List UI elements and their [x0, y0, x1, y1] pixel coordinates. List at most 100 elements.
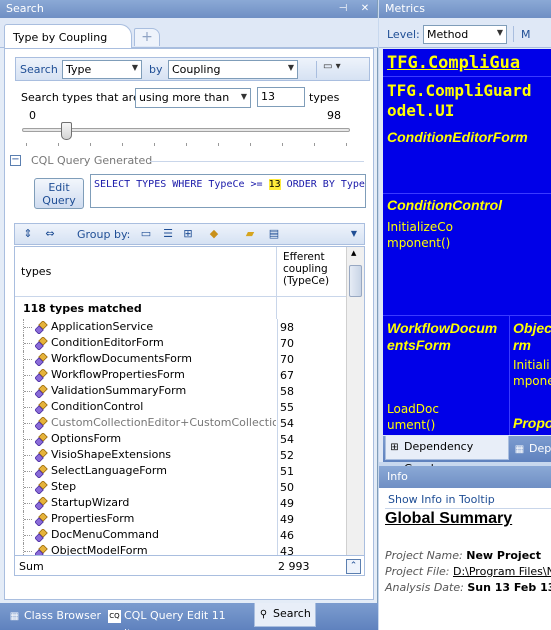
scrollbar-thumb[interactable]	[349, 265, 362, 297]
slider-tick	[346, 143, 347, 146]
treemap-border	[383, 315, 551, 316]
group-member-icon[interactable]: ◆	[207, 227, 221, 241]
type-name: PropertiesForm	[51, 512, 135, 525]
table-row[interactable]: SelectLanguageForm 51	[15, 463, 346, 479]
sum-value: 2 993	[278, 560, 310, 573]
divider	[513, 26, 514, 42]
tab-class-browser[interactable]: ▦ Class Browser	[6, 607, 102, 627]
slider-tick	[218, 143, 219, 146]
group-assembly-icon[interactable]: ▭	[139, 227, 153, 241]
level-label: Level:	[387, 28, 420, 41]
class-type-icon	[35, 369, 48, 382]
treemap[interactable]: TFG.CompliGua TFG.CompliGuard odel.UI Co…	[383, 49, 551, 435]
threshold-input[interactable]: 13	[257, 87, 305, 107]
search-kind-combo[interactable]: Type ▼	[62, 60, 142, 79]
column-header-coupling[interactable]: Efferent coupling (TypeCe)	[277, 247, 346, 297]
treemap-cell-condition-editor[interactable]: ConditionEditorForm	[387, 129, 528, 146]
pin-icon[interactable]: ⊣	[336, 2, 350, 16]
document-icon[interactable]: ▤	[267, 227, 281, 241]
tab-cql-query-edit[interactable]: CQ CQL Query Edit 11 items	[106, 607, 252, 630]
treemap-cell-initialize-b-2: mponen	[513, 374, 551, 388]
show-info-tooltip-link[interactable]: Show Info in Tooltip	[388, 493, 495, 506]
type-name: ValidationSummaryForm	[51, 384, 187, 397]
type-name: DocMenuCommand	[51, 528, 159, 541]
type-name: ConditionControl	[51, 400, 144, 413]
grid-scrollbar[interactable]: ▲	[346, 247, 364, 575]
search-panel: Search ⊣ ✕ Type by Coupling + Search Typ…	[0, 0, 378, 630]
results-grid: types Efferent coupling (TypeCe) 118 typ…	[14, 246, 365, 576]
chevron-down-icon: ▼	[496, 28, 503, 37]
collapse-cql-icon[interactable]: −	[10, 155, 21, 166]
by-combo[interactable]: Coupling ▼	[168, 60, 298, 79]
cql-editor[interactable]: SELECT TYPES WHERE TypeCe >= 13 ORDER BY…	[90, 174, 366, 208]
filter-mode-combo[interactable]: using more than ▼	[135, 88, 251, 108]
cql-generated-label: CQL Query Generated	[31, 154, 153, 167]
tab-dependency-graph[interactable]: ⊞ Dependency Graph	[385, 436, 509, 475]
table-row[interactable]: WorkflowPropertiesForm 67	[15, 367, 346, 383]
folder-icon[interactable]: ▰	[243, 227, 257, 241]
table-row[interactable]: ApplicationService 98	[15, 319, 346, 335]
edit-query-button[interactable]: Edit Query	[34, 178, 84, 209]
class-type-icon	[35, 417, 48, 430]
treemap-assembly-title-2: odel.UI	[387, 101, 455, 120]
tab-type-by-coupling[interactable]: Type by Coupling	[4, 24, 132, 48]
new-tab-button[interactable]: +	[134, 28, 160, 46]
treemap-cell-properties[interactable]: Propo	[513, 415, 551, 432]
table-row[interactable]: ConditionControl 55	[15, 399, 346, 415]
divider	[150, 161, 364, 162]
group-type-icon[interactable]: ⊞	[181, 227, 195, 241]
coupling-value: 70	[277, 335, 346, 351]
treemap-cell-condition-control[interactable]: ConditionControl	[387, 197, 502, 214]
table-row[interactable]: PropertiesForm 49	[15, 511, 346, 527]
scroll-up-icon[interactable]: ▲	[351, 249, 356, 257]
project-name-row: Project Name: New Project	[385, 549, 541, 562]
treemap-cell-initialize: InitializeCo	[387, 220, 453, 234]
level-combo[interactable]: Method ▼	[423, 25, 507, 44]
class-type-icon	[35, 401, 48, 414]
collapse-all-icon[interactable]: ⇔	[43, 227, 57, 241]
expand-all-icon[interactable]: ⇕	[21, 227, 35, 241]
matrix-icon: ▦	[514, 444, 525, 455]
column-header-types[interactable]: types	[15, 247, 277, 297]
sum-label: Sum	[19, 560, 44, 573]
table-row[interactable]: CustomCollectionEditor+CustomCollectionE…	[15, 415, 346, 431]
table-row[interactable]: StartupWizard 49	[15, 495, 346, 511]
treemap-cell-object-model[interactable]: Objec	[513, 320, 551, 337]
metrics-bottom-tabstrip: ⊞ Dependency Graph ▦ Dep	[383, 436, 551, 475]
table-row[interactable]: VisioShapeExtensions 52	[15, 447, 346, 463]
group-by-toolbar: ⇕ ⇔ Group by: ▭ ☰ ⊞ ◆ ▰ ▤ ▼	[14, 223, 365, 245]
type-name: VisioShapeExtensions	[51, 448, 172, 461]
table-row[interactable]: OptionsForm 54	[15, 431, 346, 447]
options-dropdown-button[interactable]: ▭ ▾	[316, 61, 341, 78]
coupling-value: 70	[277, 351, 346, 367]
treemap-cell-load-document: LoadDoc	[387, 402, 439, 416]
treemap-cell-load-document-2: ument()	[387, 418, 436, 432]
table-row[interactable]: ValidationSummaryForm 58	[15, 383, 346, 399]
tab-dependency-matrix[interactable]: ▦ Dep	[511, 440, 551, 460]
treemap-cell-workflow-documents-2: entsForm	[387, 337, 451, 353]
table-row[interactable]: Step 50	[15, 479, 346, 495]
chevron-down-icon: ▼	[287, 63, 294, 72]
treemap-assembly-title: TFG.CompliGuard	[387, 81, 532, 100]
treemap-border	[383, 76, 551, 77]
slider-tick	[250, 143, 251, 146]
treemap-cell-initialize-2: mponent()	[387, 236, 451, 250]
table-row[interactable]: WorkflowDocumentsForm 70	[15, 351, 346, 367]
tab-search[interactable]: ⚲ Search	[254, 603, 316, 627]
dependency-graph-icon: ⊞	[390, 442, 399, 453]
type-name: WorkflowPropertiesForm	[51, 368, 185, 381]
type-name: Step	[51, 480, 77, 493]
chevron-down-icon: ▼	[131, 63, 138, 72]
table-row[interactable]: ConditionEditorForm 70	[15, 335, 346, 351]
chevron-down-icon[interactable]: ▼	[347, 227, 361, 241]
group-by-label: Group by:	[77, 228, 131, 241]
treemap-cell-workflow-documents[interactable]: WorkflowDocum	[387, 320, 497, 337]
chevron-down-icon: ▼	[240, 92, 247, 101]
close-icon[interactable]: ✕	[358, 2, 372, 16]
group-namespace-icon[interactable]: ☰	[161, 227, 175, 241]
table-row[interactable]: DocMenuCommand 46	[15, 527, 346, 543]
scroll-to-top-icon[interactable]: ⌃	[346, 559, 361, 574]
coupling-slider-thumb[interactable]	[60, 122, 72, 140]
class-type-icon	[35, 529, 48, 542]
type-name: SelectLanguageForm	[51, 464, 167, 477]
